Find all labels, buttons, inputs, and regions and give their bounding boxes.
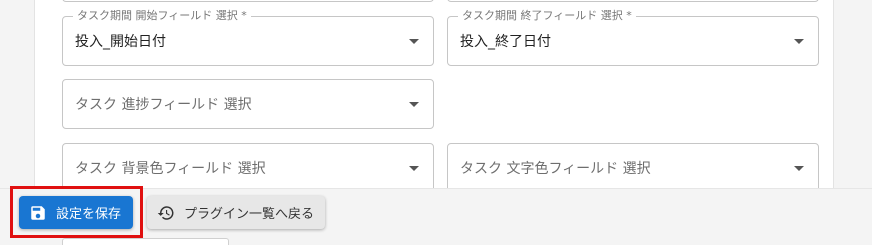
save-settings-label: 設定を保存 — [56, 207, 122, 222]
start-field-value: 投入_開始日付 — [75, 34, 166, 50]
back-to-plugins-button[interactable]: プラグイン一覧へ戻る — [147, 196, 325, 229]
next-element-stub — [62, 238, 229, 245]
history-back-icon — [157, 204, 175, 222]
dropdown-arrow-icon — [409, 166, 419, 171]
previous-field-left[interactable] — [62, 0, 434, 2]
previous-field-right[interactable] — [447, 0, 819, 2]
text-color-field-placeholder: タスク 文字色フィールド 選択 — [460, 161, 651, 177]
save-icon — [29, 204, 47, 222]
end-field-select[interactable]: タスク期間 終了フィールド 選択 * 投入_終了日付 — [447, 9, 819, 66]
progress-field-select[interactable]: タスク 進捗フィールド 選択 — [62, 79, 434, 129]
back-to-plugins-label: プラグイン一覧へ戻る — [184, 207, 315, 222]
end-field-value: 投入_終了日付 — [460, 34, 551, 50]
save-settings-button[interactable]: 設定を保存 — [19, 196, 133, 229]
progress-field-placeholder: タスク 進捗フィールド 選択 — [75, 97, 252, 113]
dropdown-arrow-icon — [794, 166, 804, 171]
dropdown-arrow-icon — [409, 39, 419, 44]
dropdown-arrow-icon — [409, 102, 419, 107]
dropdown-arrow-icon — [794, 39, 804, 44]
bg-color-field-placeholder: タスク 背景色フィールド 選択 — [75, 161, 266, 177]
start-field-select[interactable]: タスク期間 開始フィールド 選択 * 投入_開始日付 — [62, 9, 434, 66]
bg-color-field-select[interactable]: タスク 背景色フィールド 選択 — [62, 143, 434, 193]
text-color-field-select[interactable]: タスク 文字色フィールド 選択 — [447, 143, 819, 193]
